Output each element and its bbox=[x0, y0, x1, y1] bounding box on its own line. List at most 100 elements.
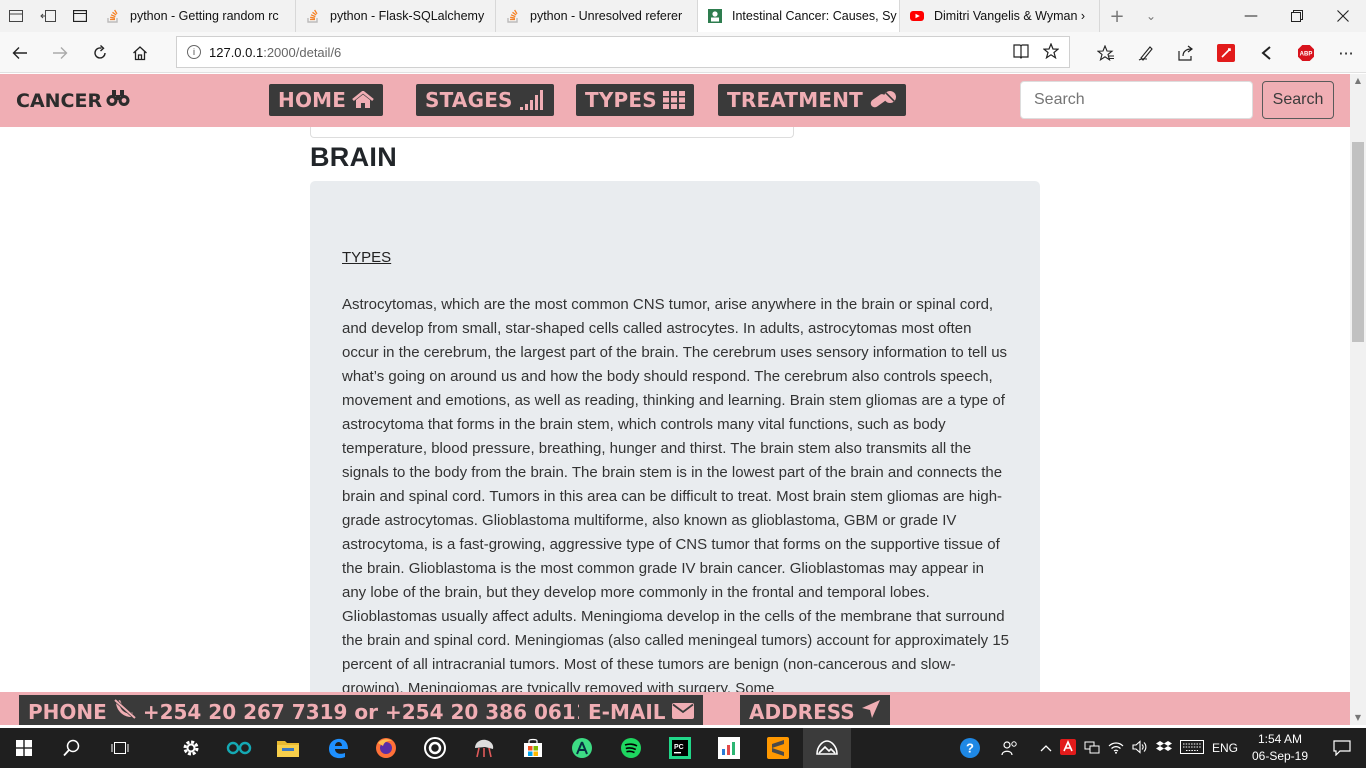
nav-home[interactable]: HOME bbox=[269, 84, 384, 116]
taskbar-clock[interactable]: 1:54 AM 06-Sep-19 bbox=[1248, 731, 1312, 765]
nav-stages[interactable]: STAGES bbox=[416, 84, 554, 116]
brand[interactable]: CANCER bbox=[16, 89, 130, 112]
action-center-icon[interactable] bbox=[1318, 728, 1366, 768]
task-view-icon[interactable] bbox=[96, 728, 144, 768]
close-window-icon[interactable] bbox=[1320, 0, 1366, 32]
photos-app-icon[interactable] bbox=[803, 728, 851, 768]
address-bar[interactable]: i 127.0.0.1:2000/detail/6 bbox=[176, 36, 1070, 68]
tab-list-chevron-icon[interactable]: ⌄ bbox=[1134, 9, 1168, 23]
nav-types-label: TYPES bbox=[585, 88, 657, 112]
nav-types[interactable]: TYPES bbox=[576, 84, 694, 116]
binoculars-icon bbox=[106, 89, 130, 112]
site-navbar: CANCER HOME STAGES TYPES TREATMENT Searc… bbox=[0, 74, 1350, 127]
language-indicator[interactable]: ENG bbox=[1212, 741, 1238, 755]
network-adapter-icon[interactable] bbox=[1084, 740, 1100, 757]
stackoverflow-icon bbox=[506, 9, 520, 23]
footer-address[interactable]: ADDRESS bbox=[740, 695, 890, 725]
footer-email-label: E-MAIL bbox=[588, 699, 666, 724]
restore-icon[interactable] bbox=[1274, 0, 1320, 32]
clock-date: 06-Sep-19 bbox=[1251, 749, 1309, 763]
system-tray: ENG bbox=[1040, 728, 1238, 768]
browser-tab[interactable]: python - Unresolved referer bbox=[496, 0, 698, 32]
footer-email[interactable]: E-MAIL bbox=[579, 695, 703, 725]
browser-tab-active[interactable]: Intestinal Cancer: Causes, Sy bbox=[698, 0, 900, 32]
pycharm-icon[interactable]: PC bbox=[656, 728, 704, 768]
browser-tab[interactable]: python - Getting random rc bbox=[96, 0, 296, 32]
back-icon[interactable] bbox=[0, 32, 40, 73]
spotify-icon[interactable] bbox=[607, 728, 655, 768]
browser-tab[interactable]: python - Flask-SQLalchemy bbox=[296, 0, 496, 32]
firefox-icon[interactable] bbox=[362, 728, 410, 768]
set-aside-tabs-icon[interactable] bbox=[32, 0, 64, 32]
forward-icon[interactable] bbox=[40, 32, 80, 73]
extension-back-icon[interactable] bbox=[1253, 40, 1279, 66]
app-icon[interactable] bbox=[460, 728, 508, 768]
url-path: :2000/detail/6 bbox=[263, 44, 342, 60]
browser-tab[interactable]: Dimitri Vangelis & Wyman › bbox=[900, 0, 1100, 32]
browser-tab-strip: python - Getting random rc python - Flas… bbox=[0, 0, 1366, 32]
phone-slash-icon bbox=[113, 698, 137, 725]
svg-text:PC: PC bbox=[674, 744, 684, 751]
chart-app-icon[interactable] bbox=[705, 728, 753, 768]
nav-stages-label: STAGES bbox=[425, 88, 513, 112]
refresh-icon[interactable] bbox=[80, 32, 120, 73]
scrollbar-thumb[interactable] bbox=[1352, 142, 1364, 342]
scroll-up-icon[interactable]: ▲ bbox=[1350, 74, 1366, 88]
more-menu-icon[interactable]: ··· bbox=[1333, 40, 1359, 66]
footer-phone[interactable]: PHONE +254 20 267 7319 or +254 20 386 06… bbox=[19, 695, 599, 725]
new-tab-icon[interactable]: + bbox=[1100, 6, 1134, 27]
site-icon bbox=[708, 9, 722, 23]
url-host: 127.0.0.1 bbox=[209, 44, 264, 60]
tab-title: python - Getting random rc bbox=[130, 9, 279, 23]
browser-toolbar: i 127.0.0.1:2000/detail/6 ABP ··· bbox=[0, 32, 1366, 73]
antivirus-tray-icon[interactable] bbox=[1060, 738, 1076, 758]
stackoverflow-icon bbox=[306, 9, 320, 23]
favorite-star-icon[interactable] bbox=[1042, 42, 1060, 64]
dropbox-icon[interactable] bbox=[1156, 740, 1172, 757]
detail-card: TYPES Astrocytomas, which are the most c… bbox=[310, 181, 1040, 725]
scroll-down-icon[interactable]: ▼ bbox=[1350, 711, 1366, 725]
search-button[interactable]: Search bbox=[1262, 81, 1334, 119]
settings-gear-icon[interactable] bbox=[167, 728, 215, 768]
windows-taskbar: PC ? ENG 1:54 AM 06-Sep-19 bbox=[0, 728, 1366, 768]
home-browser-icon[interactable] bbox=[120, 32, 160, 73]
page-scrollbar[interactable]: ▲ ▼ bbox=[1350, 74, 1366, 725]
site-footer: PHONE +254 20 267 7319 or +254 20 386 06… bbox=[0, 692, 1350, 725]
page-viewport: BRAIN TYPES Astrocytomas, which are the … bbox=[0, 74, 1350, 725]
tab-preview-icon[interactable] bbox=[0, 0, 32, 32]
location-arrow-icon bbox=[861, 699, 881, 724]
extension-red-icon[interactable] bbox=[1213, 40, 1239, 66]
sublime-text-icon[interactable] bbox=[754, 728, 802, 768]
favorites-icon[interactable] bbox=[1093, 40, 1119, 66]
svg-text:?: ? bbox=[966, 741, 974, 756]
wifi-icon[interactable] bbox=[1108, 740, 1124, 757]
arduino-icon[interactable] bbox=[215, 728, 263, 768]
nav-treatment[interactable]: TREATMENT bbox=[718, 84, 907, 116]
windows-start-icon[interactable] bbox=[0, 728, 48, 768]
adblock-icon[interactable]: ABP bbox=[1293, 40, 1319, 66]
keyboard-icon[interactable] bbox=[1180, 739, 1204, 757]
web-note-icon[interactable] bbox=[1133, 40, 1159, 66]
page-title: BRAIN bbox=[310, 142, 397, 172]
section-heading: TYPES bbox=[342, 249, 392, 266]
tab-title: python - Flask-SQLalchemy bbox=[330, 9, 485, 23]
android-studio-icon[interactable] bbox=[558, 728, 606, 768]
minimize-icon[interactable]: — bbox=[1228, 0, 1274, 32]
tabs-set-aside-icon[interactable] bbox=[64, 0, 96, 32]
obs-icon[interactable] bbox=[411, 728, 459, 768]
nav-treatment-label: TREATMENT bbox=[727, 88, 864, 112]
tray-chevron-up-icon[interactable] bbox=[1040, 741, 1052, 755]
info-icon[interactable]: i bbox=[187, 45, 201, 59]
file-explorer-icon[interactable] bbox=[264, 728, 312, 768]
people-icon[interactable] bbox=[990, 728, 1030, 768]
help-icon[interactable]: ? bbox=[946, 728, 994, 768]
search-input[interactable] bbox=[1020, 81, 1253, 119]
share-icon[interactable] bbox=[1173, 40, 1199, 66]
footer-address-label: ADDRESS bbox=[749, 699, 855, 724]
edge-icon[interactable] bbox=[314, 728, 362, 768]
reading-view-icon[interactable] bbox=[1013, 43, 1029, 64]
volume-icon[interactable] bbox=[1132, 739, 1148, 757]
search-taskbar-icon[interactable] bbox=[48, 728, 96, 768]
clock-time: 1:54 AM bbox=[1257, 732, 1303, 746]
store-icon[interactable] bbox=[509, 728, 557, 768]
